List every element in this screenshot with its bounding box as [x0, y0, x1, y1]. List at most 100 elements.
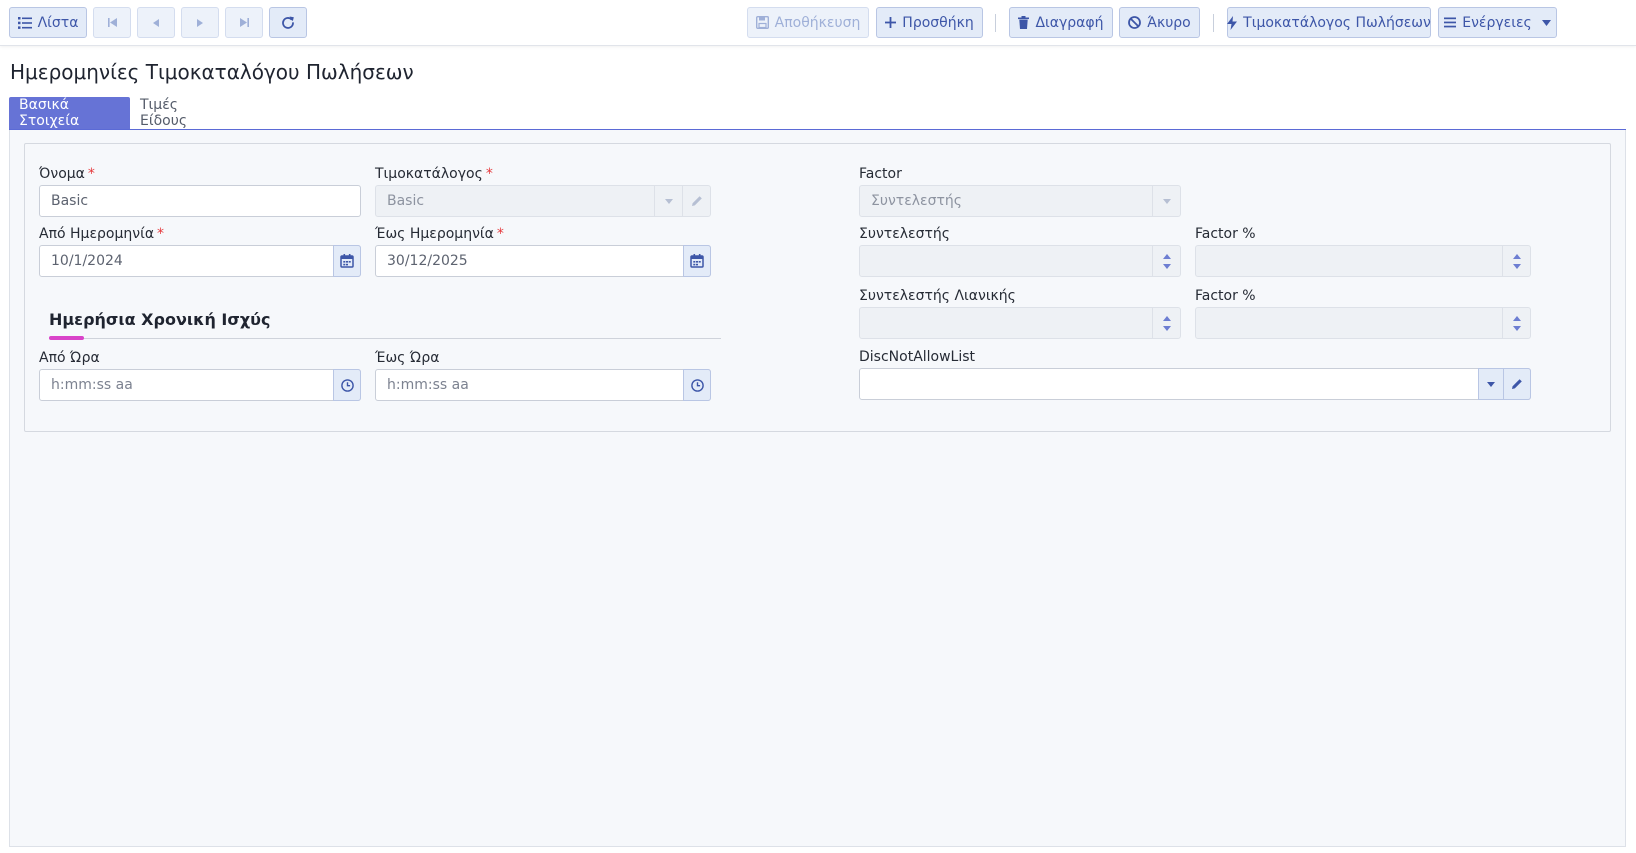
list-button-label: Λίστα — [37, 14, 79, 31]
retail-coefficient-label: Συντελεστής Λιανικής — [859, 288, 1016, 304]
to-date-label: Έως Ημερομηνία * — [375, 226, 504, 242]
save-button-label: Αποθήκευση — [774, 14, 861, 31]
first-record-button[interactable] — [93, 7, 131, 38]
page-title: Ημερομηνίες Τιμοκαταλόγου Πωλήσεων — [10, 60, 414, 84]
retail-factor-percent-label: Factor % — [1195, 288, 1256, 304]
pricelist-dropdown-toggle[interactable] — [654, 186, 682, 216]
caret-up-icon[interactable] — [1162, 315, 1171, 321]
to-time-input[interactable]: h:mm:ss aa — [375, 369, 711, 401]
disc-not-allow-list-dropdown-toggle[interactable] — [1478, 368, 1504, 400]
caret-up-icon[interactable] — [1162, 253, 1171, 259]
section-divider — [49, 338, 721, 339]
to-time-placeholder: h:mm:ss aa — [387, 377, 469, 393]
trash-icon — [1018, 16, 1030, 29]
save-icon — [755, 16, 769, 29]
sales-pricelist-button-label: Τιμοκατάλογος Πωλήσεων — [1243, 14, 1431, 31]
from-time-label: Από Ώρα — [39, 350, 100, 366]
tab-content: Όνομα * Basic Τιμοκατάλογος * Basic Από Ημ… — [9, 130, 1626, 847]
caret-up-icon[interactable] — [1512, 253, 1521, 259]
pricelist-label: Τιμοκατάλογος * — [375, 166, 493, 182]
from-date-label-text: Από Ημερομηνία — [39, 226, 155, 242]
last-record-button[interactable] — [225, 7, 263, 38]
required-mark: * — [87, 166, 95, 182]
tab-basic-details[interactable]: Βασικά Στοιχεία — [9, 97, 130, 129]
calendar-icon — [340, 254, 354, 268]
caret-up-icon[interactable] — [1512, 315, 1521, 321]
from-date-value: 10/1/2024 — [51, 253, 123, 269]
delete-button-label: Διαγραφή — [1035, 14, 1104, 31]
coefficient-input[interactable] — [859, 245, 1181, 277]
list-button[interactable]: Λίστα — [9, 7, 87, 38]
to-date-picker-button[interactable] — [683, 245, 711, 277]
section-accent-bar — [49, 336, 84, 340]
tab-item-prices[interactable]: Τιμές Είδους — [130, 97, 234, 129]
skip-first-icon — [107, 18, 117, 27]
previous-record-button[interactable] — [137, 7, 175, 38]
list-icon — [17, 16, 32, 29]
clock-icon — [340, 378, 354, 392]
pencil-icon — [1512, 379, 1522, 389]
clock-icon — [690, 378, 704, 392]
factor-select-value: Συντελεστής — [871, 193, 963, 209]
section-title: Ημερήσια Χρονική Ισχύς — [49, 310, 271, 329]
bolt-icon — [1227, 15, 1238, 30]
sales-pricelist-button[interactable]: Τιμοκατάλογος Πωλήσεων — [1227, 7, 1431, 38]
retail-coefficient-stepper[interactable] — [1152, 308, 1180, 338]
factor-percent-label: Factor % — [1195, 226, 1256, 242]
retail-coefficient-input[interactable] — [859, 307, 1181, 339]
delete-button[interactable]: Διαγραφή — [1009, 7, 1113, 38]
required-mark: * — [496, 226, 504, 242]
coefficient-stepper[interactable] — [1152, 246, 1180, 276]
retail-factor-percent-stepper[interactable] — [1502, 308, 1530, 338]
add-button[interactable]: Προσθήκη — [876, 7, 983, 38]
tab-bar: Βασικά Στοιχεία Τιμές Είδους — [9, 97, 1626, 130]
caret-left-icon — [153, 18, 159, 27]
save-button[interactable]: Αποθήκευση — [747, 7, 869, 38]
actions-button[interactable]: Ενέργειες — [1438, 7, 1557, 38]
ban-icon — [1128, 16, 1142, 29]
toolbar-separator — [995, 14, 996, 32]
caret-down-icon[interactable] — [1512, 263, 1521, 269]
cancel-button-label: Άκυρο — [1147, 14, 1191, 31]
factor-label: Factor — [859, 166, 902, 182]
name-label-text: Όνομα — [39, 166, 85, 182]
to-date-label-text: Έως Ημερομηνία — [375, 226, 494, 242]
caret-down-icon[interactable] — [1162, 263, 1171, 269]
pricelist-select[interactable]: Basic — [375, 185, 711, 217]
from-time-input[interactable]: h:mm:ss aa — [39, 369, 361, 401]
caret-right-icon — [197, 18, 203, 27]
to-time-label: Έως Ώρα — [375, 350, 440, 366]
disc-not-allow-list-edit-button[interactable] — [1503, 368, 1531, 400]
disc-not-allow-list-label: DiscNotAllowList — [859, 349, 976, 365]
pricelist-edit-button[interactable] — [682, 186, 710, 216]
from-date-picker-button[interactable] — [333, 245, 361, 277]
caret-down-icon[interactable] — [1512, 325, 1521, 331]
add-button-label: Προσθήκη — [902, 14, 974, 31]
factor-select[interactable]: Συντελεστής — [859, 185, 1181, 217]
next-record-button[interactable] — [181, 7, 219, 38]
name-input-value: Basic — [51, 193, 89, 209]
from-date-label: Από Ημερομηνία * — [39, 226, 164, 242]
retail-factor-percent-input[interactable] — [1195, 307, 1531, 339]
from-time-picker-button[interactable] — [333, 369, 361, 401]
factor-dropdown-toggle[interactable] — [1152, 186, 1180, 216]
refresh-button[interactable] — [269, 7, 307, 38]
to-date-input[interactable]: 30/12/2025 — [375, 245, 711, 277]
factor-percent-stepper[interactable] — [1502, 246, 1530, 276]
disc-not-allow-list-select[interactable] — [859, 368, 1531, 400]
coefficient-label: Συντελεστής — [859, 226, 951, 242]
from-date-input[interactable]: 10/1/2024 — [39, 245, 361, 277]
refresh-icon — [282, 16, 294, 29]
caret-down-icon — [1487, 381, 1495, 387]
factor-percent-input[interactable] — [1195, 245, 1531, 277]
caret-down-icon[interactable] — [1162, 325, 1171, 331]
caret-down-icon — [1541, 19, 1551, 26]
to-time-picker-button[interactable] — [683, 369, 711, 401]
pricelist-label-text: Τιμοκατάλογος — [375, 166, 483, 182]
tab-label: Βασικά Στοιχεία — [19, 97, 80, 129]
to-date-value: 30/12/2025 — [387, 253, 468, 269]
name-input[interactable]: Basic — [39, 185, 361, 217]
pricelist-select-value: Basic — [387, 193, 425, 209]
skip-last-icon — [239, 18, 249, 27]
cancel-button[interactable]: Άκυρο — [1119, 7, 1200, 38]
